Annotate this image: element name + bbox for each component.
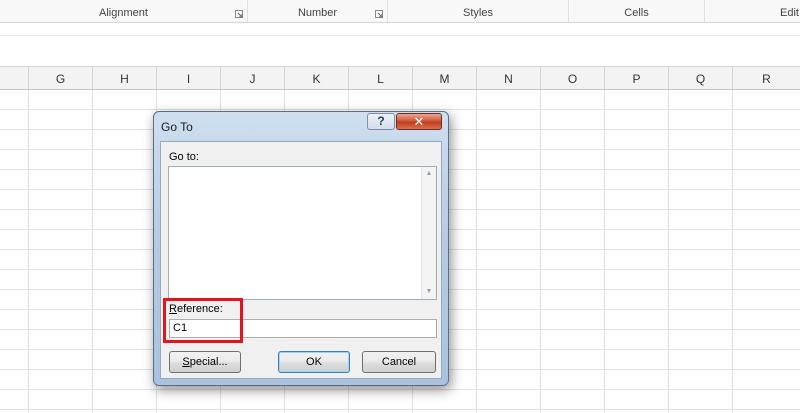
grid-line: [92, 90, 93, 413]
scroll-down-icon[interactable]: ▼: [422, 285, 436, 299]
help-button[interactable]: ?: [367, 113, 395, 130]
grid-line: [604, 90, 605, 413]
special-button[interactable]: Special...: [169, 351, 241, 373]
close-button[interactable]: ✕: [396, 113, 442, 130]
goto-label: Go to:: [169, 151, 199, 163]
dialog-body: Go to: ▲ ▼ Reference: C1 Special... OK C…: [160, 141, 442, 379]
grid-line: [732, 90, 733, 413]
grid-line: [668, 90, 669, 413]
ribbon-group-label: Alignment: [99, 7, 148, 19]
column-header[interactable]: Q: [669, 67, 733, 89]
dialog-launcher-icon[interactable]: [235, 10, 243, 18]
scroll-up-icon[interactable]: ▲: [422, 167, 436, 181]
column-header[interactable]: R: [733, 67, 800, 89]
ribbon-group-label: Cells: [624, 7, 649, 19]
ribbon-group-cells: Cells: [569, 0, 705, 22]
column-header-row: G H I J K L M N O P Q R: [0, 66, 800, 90]
grid-line: [28, 90, 29, 413]
grid-line: [540, 90, 541, 413]
highlight-annotation: [163, 298, 243, 343]
ribbon-group-label: Styles: [463, 7, 493, 19]
cancel-button[interactable]: Cancel: [362, 351, 436, 373]
goto-list-scrollbar[interactable]: ▲ ▼: [421, 167, 436, 299]
column-header[interactable]: K: [285, 67, 349, 89]
ribbon-group-editing: Edit: [705, 0, 800, 22]
formula-bar-area: [0, 23, 800, 66]
column-header[interactable]: G: [29, 67, 93, 89]
dialog-launcher-icon[interactable]: [375, 10, 383, 18]
column-header[interactable]: J: [221, 67, 285, 89]
ribbon-group-label: Edit: [780, 7, 799, 19]
special-button-label: pecial...: [189, 356, 228, 368]
dialog-title: Go To: [161, 120, 193, 134]
ribbon-group-label: Number: [297, 7, 338, 19]
ribbon-group-alignment: Alignment: [0, 0, 248, 22]
excel-window: Alignment Number Styles Cells Edit G H I: [0, 0, 800, 413]
column-header[interactable]: M: [413, 67, 477, 89]
goto-dialog: Go To ? ✕ Go to: ▲ ▼ Reference: C1 Speci…: [153, 111, 449, 386]
column-header[interactable]: H: [93, 67, 157, 89]
ribbon-group-labels: Alignment Number Styles Cells Edit: [0, 0, 800, 23]
column-header[interactable]: L: [349, 67, 413, 89]
column-header[interactable]: O: [541, 67, 605, 89]
ok-button[interactable]: OK: [278, 351, 350, 373]
grid-line: [476, 90, 477, 413]
formula-bar-divider: [0, 35, 800, 36]
ribbon-group-number: Number: [248, 0, 388, 22]
ribbon-group-styles: Styles: [388, 0, 569, 22]
column-header[interactable]: N: [477, 67, 541, 89]
row-header-corner: [0, 67, 29, 89]
column-header[interactable]: I: [157, 67, 221, 89]
special-button-accelerator: S: [182, 356, 190, 368]
column-header[interactable]: P: [605, 67, 669, 89]
goto-list[interactable]: ▲ ▼: [168, 166, 437, 300]
